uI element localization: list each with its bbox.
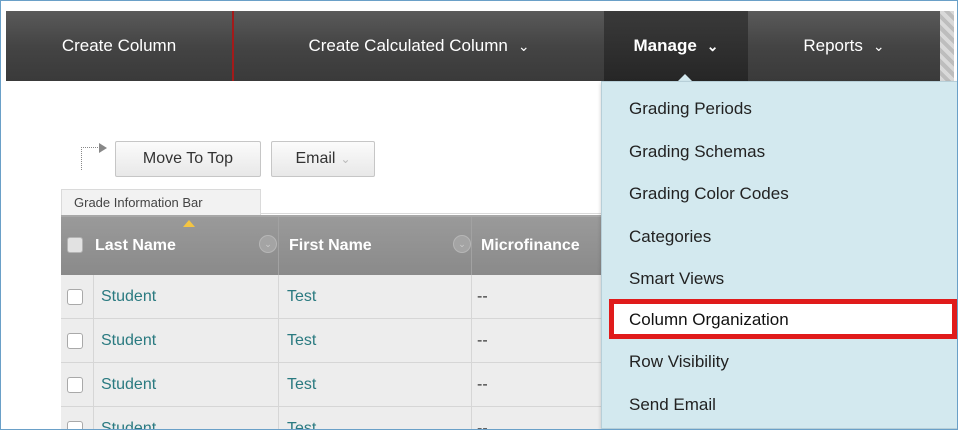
menu-item-grading-periods[interactable]: Grading Periods — [629, 99, 752, 119]
table-row: Student Test -- — [61, 319, 621, 363]
page-frame: Create Column Create Calculated Column ⌄… — [0, 0, 958, 430]
create-calculated-column-label: Create Calculated Column — [308, 36, 508, 55]
manage-dropdown-menu — [601, 81, 957, 429]
row-checkbox[interactable] — [67, 289, 83, 305]
table-row: Student Test -- — [61, 275, 621, 319]
manage-menu[interactable]: Manage ⌄ — [604, 11, 748, 81]
table-row: Student Test -- — [61, 407, 621, 430]
cell-divider — [471, 275, 472, 318]
column-options-icon[interactable]: ⌄ — [453, 235, 471, 253]
column-header-label: Microfinance — [481, 237, 580, 254]
column-options-icon[interactable]: ⌄ — [259, 235, 277, 253]
chevron-down-icon: ⌄ — [340, 152, 351, 166]
toolbar-end-stripes — [940, 11, 954, 81]
column-header-label: Last Name — [95, 237, 176, 254]
row-checkbox[interactable] — [67, 421, 83, 429]
cell-divider — [278, 407, 279, 429]
cell-divider — [278, 363, 279, 406]
grade-center-toolbar: Create Column Create Calculated Column ⌄… — [6, 11, 954, 81]
create-column-label: Create Column — [61, 36, 177, 55]
info-bar-divider — [261, 213, 611, 214]
cell-divider — [93, 407, 94, 429]
first-name-cell[interactable]: Test — [287, 363, 316, 406]
cell-divider — [471, 363, 472, 406]
chevron-down-icon: ⌄ — [706, 37, 719, 54]
select-all-checkbox[interactable] — [67, 237, 83, 253]
last-name-cell[interactable]: Student — [101, 407, 156, 430]
column-divider — [278, 217, 279, 275]
cell-divider — [93, 319, 94, 362]
menu-item-row-visibility[interactable]: Row Visibility — [629, 352, 729, 372]
first-name-cell[interactable]: Test — [287, 319, 316, 362]
move-to-top-label: Move To Top — [142, 150, 234, 167]
email-button[interactable]: Email ⌄ — [271, 141, 375, 177]
row-checkbox[interactable] — [67, 377, 83, 393]
menu-item-categories[interactable]: Categories — [629, 227, 711, 247]
grid-header: Last Name ⌄ First Name ⌄ Microfinance — [61, 215, 621, 275]
column-divider — [471, 217, 472, 275]
last-name-cell[interactable]: Student — [101, 275, 156, 318]
cell-divider — [93, 363, 94, 406]
column-header-last-name[interactable]: Last Name — [95, 217, 176, 275]
last-name-cell[interactable]: Student — [101, 319, 156, 362]
last-name-cell[interactable]: Student — [101, 363, 156, 406]
grade-cell[interactable]: -- — [477, 275, 488, 318]
grade-cell[interactable]: -- — [477, 319, 488, 362]
cell-divider — [278, 275, 279, 318]
chevron-down-icon: ⌄ — [517, 37, 530, 54]
grade-cell[interactable]: -- — [477, 407, 488, 430]
menu-item-column-organization[interactable]: Column Organization — [629, 310, 789, 330]
cell-divider — [471, 319, 472, 362]
chevron-down-icon: ⌄ — [872, 37, 885, 54]
manage-label: Manage — [633, 36, 697, 55]
first-name-cell[interactable]: Test — [287, 407, 316, 430]
cell-divider — [471, 407, 472, 429]
move-to-top-button[interactable]: Move To Top — [115, 141, 261, 177]
email-label: Email — [295, 150, 336, 167]
row-checkbox[interactable] — [67, 333, 83, 349]
grade-information-bar-tab[interactable]: Grade Information Bar — [61, 189, 261, 215]
selection-arrow-icon — [81, 143, 107, 170]
grade-grid: Last Name ⌄ First Name ⌄ Microfinance St… — [61, 215, 621, 430]
first-name-cell[interactable]: Test — [287, 275, 316, 318]
menu-item-grading-color-codes[interactable]: Grading Color Codes — [629, 184, 789, 204]
grade-cell[interactable]: -- — [477, 363, 488, 406]
reports-label: Reports — [803, 36, 863, 55]
create-calculated-column-menu[interactable]: Create Calculated Column ⌄ — [234, 11, 604, 81]
menu-item-send-email[interactable]: Send Email — [629, 395, 716, 415]
column-header-label: First Name — [289, 237, 372, 254]
reports-menu[interactable]: Reports ⌄ — [748, 11, 940, 81]
column-header-first-name[interactable]: First Name — [289, 217, 372, 275]
menu-item-smart-views[interactable]: Smart Views — [629, 269, 724, 289]
sort-ascending-icon — [183, 220, 195, 227]
cell-divider — [93, 275, 94, 318]
create-column-button[interactable]: Create Column — [6, 11, 234, 81]
table-row: Student Test -- — [61, 363, 621, 407]
grade-information-bar-label: Grade Information Bar — [74, 195, 203, 210]
cell-divider — [278, 319, 279, 362]
column-header-microfinance[interactable]: Microfinance — [481, 217, 580, 275]
menu-item-grading-schemas[interactable]: Grading Schemas — [629, 142, 765, 162]
